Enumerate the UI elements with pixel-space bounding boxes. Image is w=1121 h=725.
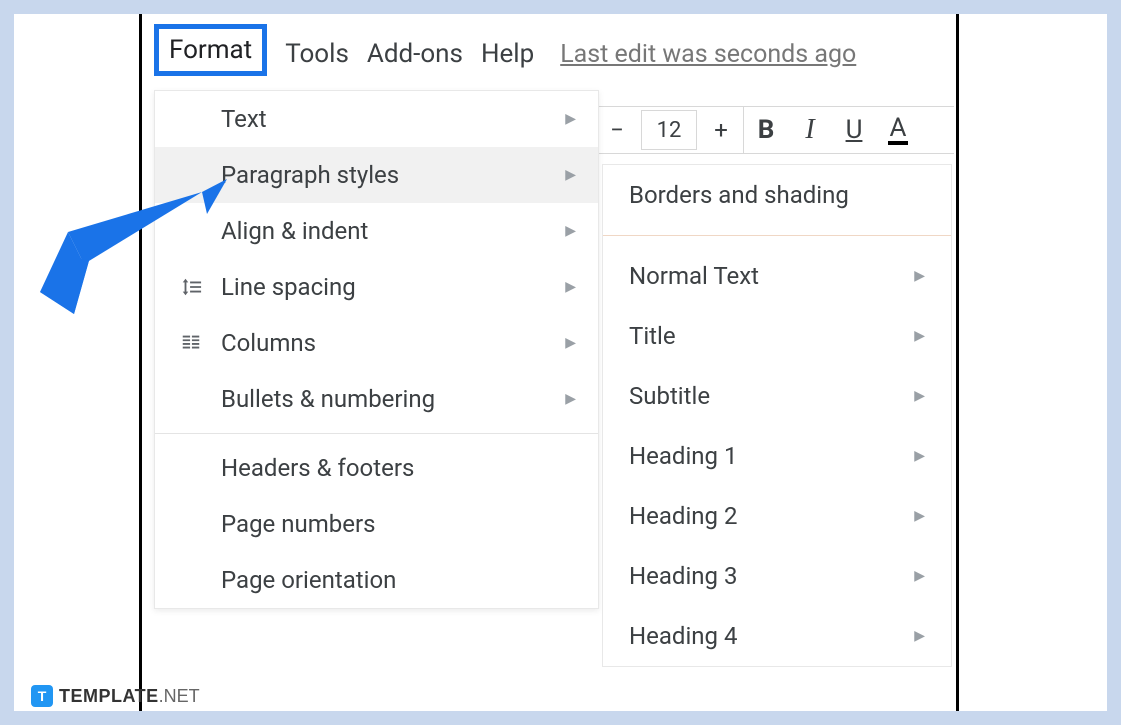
format-menu-line-spacing[interactable]: Line spacing ▶ [155, 259, 598, 315]
format-menu-columns[interactable]: Columns ▶ [155, 315, 598, 371]
submenu-heading-3[interactable]: Heading 3 ▶ [603, 546, 951, 606]
submenu-arrow-icon: ▶ [914, 568, 925, 584]
menu-divider [155, 433, 598, 434]
line-spacing-icon [177, 276, 205, 298]
font-size-input[interactable]: 12 [641, 110, 697, 150]
submenu-arrow-icon: ▶ [914, 628, 925, 644]
submenu-normal-text[interactable]: Normal Text ▶ [603, 246, 951, 306]
submenu-arrow-icon: ▶ [565, 391, 576, 407]
submenu-divider [603, 235, 951, 236]
screenshot-border-right [956, 14, 959, 711]
logo-badge-icon: T [31, 685, 53, 707]
format-menu-bullets-numbering[interactable]: Bullets & numbering ▶ [155, 371, 598, 427]
submenu-title[interactable]: Title ▶ [603, 306, 951, 366]
submenu-arrow-icon: ▶ [914, 448, 925, 464]
paragraph-styles-submenu: Borders and shading Normal Text ▶ Title … [602, 164, 952, 667]
format-dropdown: Text ▶ Paragraph styles ▶ Align & indent… [154, 90, 599, 609]
menubar: Format Tools Add-ons Help Last edit was … [154, 32, 856, 76]
submenu-arrow-icon: ▶ [565, 335, 576, 351]
font-size-decrease-button[interactable]: − [595, 107, 639, 153]
menu-help[interactable]: Help [481, 39, 534, 69]
watermark-logo: T TEMPLATE.NET [31, 685, 200, 707]
submenu-arrow-icon: ▶ [914, 268, 925, 284]
italic-button[interactable]: I [788, 107, 832, 153]
submenu-arrow-icon: ▶ [914, 328, 925, 344]
menu-tools[interactable]: Tools [285, 39, 349, 69]
submenu-arrow-icon: ▶ [565, 167, 576, 183]
menu-addons[interactable]: Add-ons [367, 39, 463, 69]
submenu-arrow-icon: ▶ [914, 388, 925, 404]
format-menu-paragraph-styles[interactable]: Paragraph styles ▶ [155, 147, 598, 203]
underline-button[interactable]: U [832, 107, 876, 153]
format-menu-page-orientation[interactable]: Page orientation [155, 552, 598, 608]
bold-button[interactable]: B [744, 107, 788, 153]
submenu-borders-shading[interactable]: Borders and shading [603, 165, 951, 225]
submenu-heading-4[interactable]: Heading 4 ▶ [603, 606, 951, 666]
format-menu-headers-footers[interactable]: Headers & footers [155, 440, 598, 496]
screenshot-border-left [139, 14, 142, 711]
submenu-arrow-icon: ▶ [914, 508, 925, 524]
submenu-heading-2[interactable]: Heading 2 ▶ [603, 486, 951, 546]
format-menu-text[interactable]: Text ▶ [155, 91, 598, 147]
toolbar: − 12 + B I U A [594, 106, 954, 154]
format-menu-page-numbers[interactable]: Page numbers [155, 496, 598, 552]
format-menu-align-indent[interactable]: Align & indent ▶ [155, 203, 598, 259]
submenu-arrow-icon: ▶ [565, 223, 576, 239]
submenu-heading-1[interactable]: Heading 1 ▶ [603, 426, 951, 486]
text-color-button[interactable]: A [876, 107, 920, 153]
menu-format[interactable]: Format [154, 24, 267, 76]
font-size-increase-button[interactable]: + [699, 107, 743, 153]
submenu-subtitle[interactable]: Subtitle ▶ [603, 366, 951, 426]
last-edit-link[interactable]: Last edit was seconds ago [560, 40, 856, 69]
submenu-arrow-icon: ▶ [565, 279, 576, 295]
columns-icon [177, 332, 205, 354]
submenu-arrow-icon: ▶ [565, 111, 576, 127]
